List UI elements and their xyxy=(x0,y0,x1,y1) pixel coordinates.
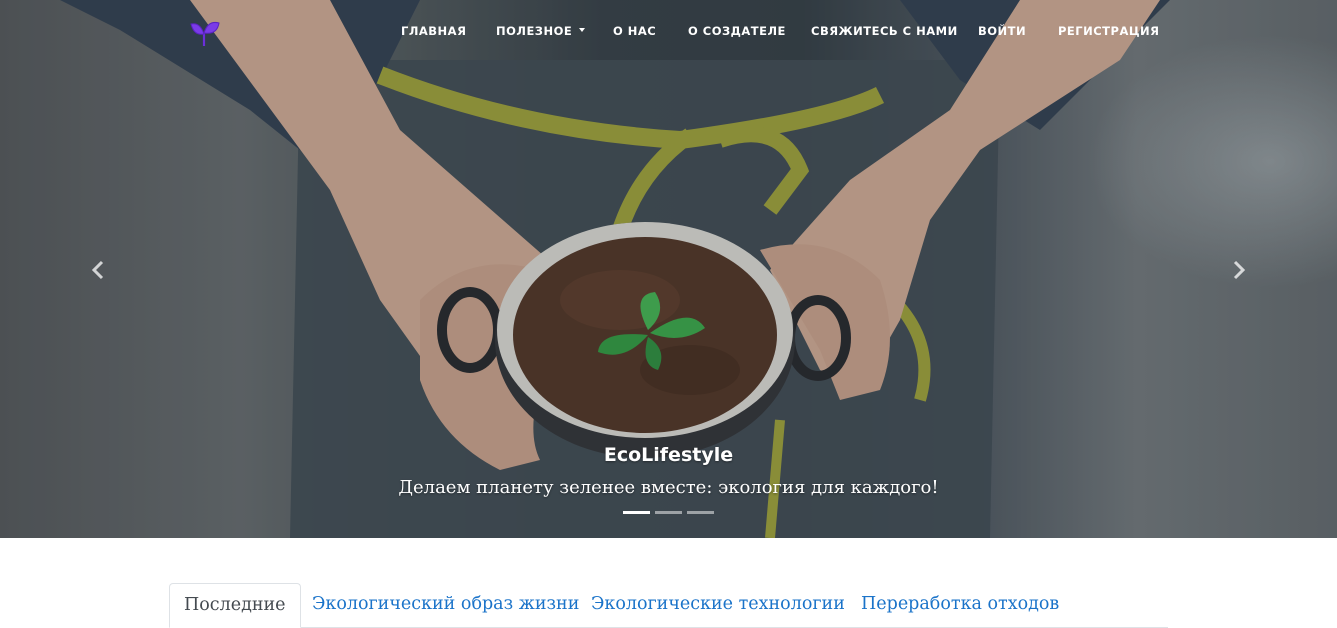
carousel-prev-button[interactable] xyxy=(78,250,118,290)
category-tabs: Последние Экологический образ жизни Экол… xyxy=(169,583,1168,628)
brand-logo[interactable] xyxy=(188,16,222,48)
tab-recycling[interactable]: Переработка отходов xyxy=(861,583,1059,625)
nav-about-creator[interactable]: О СОЗДАТЕЛЕ xyxy=(688,24,786,40)
carousel-indicator-3[interactable] xyxy=(687,511,714,514)
tab-eco-technologies[interactable]: Экологические технологии xyxy=(591,583,845,625)
caret-down-icon xyxy=(579,27,586,32)
carousel-next-button[interactable] xyxy=(1219,250,1259,290)
sprout-icon xyxy=(190,22,220,46)
tab-latest[interactable]: Последние xyxy=(169,583,301,628)
navbar: ГЛАВНАЯ ПОЛЕЗНОЕ О НАС О СОЗДАТЕЛЕ СВЯЖИ… xyxy=(0,0,1337,64)
nav-register[interactable]: РЕГИСТРАЦИЯ xyxy=(1058,24,1160,40)
nav-home[interactable]: ГЛАВНАЯ xyxy=(401,24,466,40)
carousel-indicators xyxy=(0,511,1337,517)
hero-carousel: ГЛАВНАЯ ПОЛЕЗНОЕ О НАС О СОЗДАТЕЛЕ СВЯЖИ… xyxy=(0,0,1337,538)
tab-eco-lifestyle[interactable]: Экологический образ жизни xyxy=(312,583,579,625)
carousel-indicator-2[interactable] xyxy=(655,511,682,514)
chevron-right-icon xyxy=(1233,260,1246,280)
chevron-left-icon xyxy=(91,260,104,280)
carousel-caption-title: EcoLifestyle xyxy=(603,444,734,466)
nav-contact[interactable]: СВЯЖИТЕСЬ С НАМИ xyxy=(811,24,958,40)
carousel-indicator-1[interactable] xyxy=(623,511,650,514)
carousel-caption-text: Делаем планету зеленее вместе: экология … xyxy=(398,477,939,498)
nav-useful-dropdown[interactable]: ПОЛЕЗНОЕ xyxy=(496,24,586,40)
nav-about[interactable]: О НАС xyxy=(613,24,656,40)
nav-login[interactable]: ВОЙТИ xyxy=(978,24,1026,40)
